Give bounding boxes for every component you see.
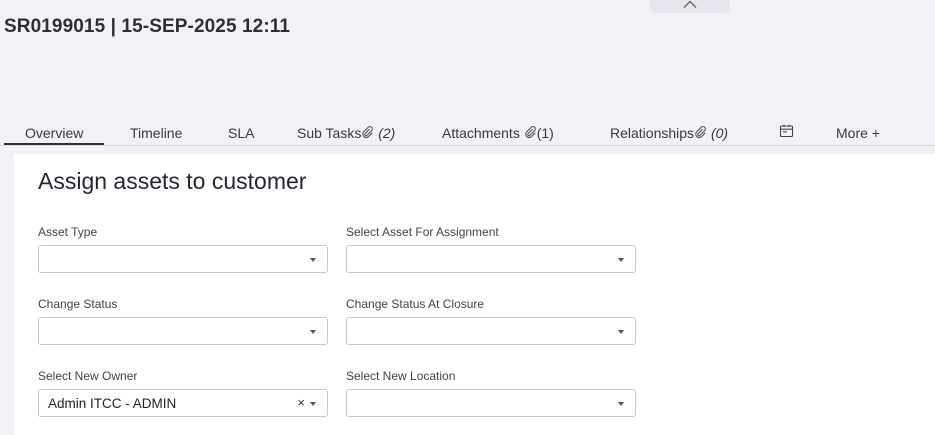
tab-sla-label: SLA	[228, 125, 255, 141]
tab-attachments-label: Attachments	[442, 125, 520, 141]
change-status-closure-select[interactable]	[346, 317, 636, 345]
caret-down-icon	[310, 258, 316, 262]
panel-title: Assign assets to customer	[38, 168, 307, 194]
assign-assets-panel: Assign assets to customer Asset Type Sel…	[14, 154, 935, 435]
tab-sla[interactable]: SLA	[228, 125, 254, 141]
tab-bar: Overview Timeline SLA Sub Tasks (2) Atta…	[0, 118, 935, 146]
new-owner-select[interactable]: Admin ITCC - ADMIN ×	[38, 389, 328, 417]
new-location-select[interactable]	[346, 389, 636, 417]
tab-sub-tasks-label: Sub Tasks	[297, 125, 362, 141]
caret-down-icon	[618, 258, 624, 262]
caret-down-icon	[618, 330, 624, 334]
paperclip-icon	[694, 125, 707, 141]
select-asset-label: Select Asset For Assignment	[346, 225, 499, 239]
tab-timeline-label: Timeline	[130, 125, 183, 141]
new-owner-label: Select New Owner	[38, 369, 138, 383]
collapse-header-button[interactable]	[650, 0, 730, 13]
tab-timeline[interactable]: Timeline	[130, 125, 182, 141]
new-location-label: Select New Location	[346, 369, 456, 383]
change-status-select[interactable]	[38, 317, 328, 345]
paperclip-icon	[361, 125, 374, 141]
caret-down-icon	[618, 402, 624, 406]
tab-sub-tasks-count: (2)	[378, 125, 396, 141]
tab-relationships-label: Relationships	[610, 125, 695, 141]
paperclip-icon	[524, 125, 537, 141]
clear-selection-icon[interactable]: ×	[297, 395, 305, 410]
tab-more[interactable]: More +	[836, 125, 880, 141]
caret-down-icon	[310, 402, 316, 406]
tab-calendar[interactable]	[779, 124, 794, 141]
change-status-closure-label: Change Status At Closure	[346, 297, 485, 311]
asset-type-select[interactable]	[38, 245, 328, 273]
tab-relationships[interactable]: Relationships (0)	[610, 125, 728, 141]
select-asset-select[interactable]	[346, 245, 636, 273]
caret-down-icon	[310, 330, 316, 334]
tab-more-label: More +	[836, 125, 880, 141]
asset-type-label: Asset Type	[38, 225, 98, 239]
new-owner-value: Admin ITCC - ADMIN	[48, 396, 177, 411]
tab-attachments-count: (1)	[536, 125, 554, 141]
change-status-label: Change Status	[38, 297, 118, 311]
tab-relationships-count: (0)	[710, 125, 729, 141]
tab-sub-tasks[interactable]: Sub Tasks (2)	[297, 125, 395, 141]
page-title: SR0199015 | 15-SEP-2025 12:11	[4, 16, 291, 37]
calendar-icon	[779, 124, 794, 138]
chevron-up-icon	[683, 0, 697, 8]
tab-overview[interactable]: Overview	[3, 125, 105, 145]
tab-overview-label: Overview	[25, 125, 84, 141]
tab-attachments[interactable]: Attachments (1)	[442, 125, 554, 141]
